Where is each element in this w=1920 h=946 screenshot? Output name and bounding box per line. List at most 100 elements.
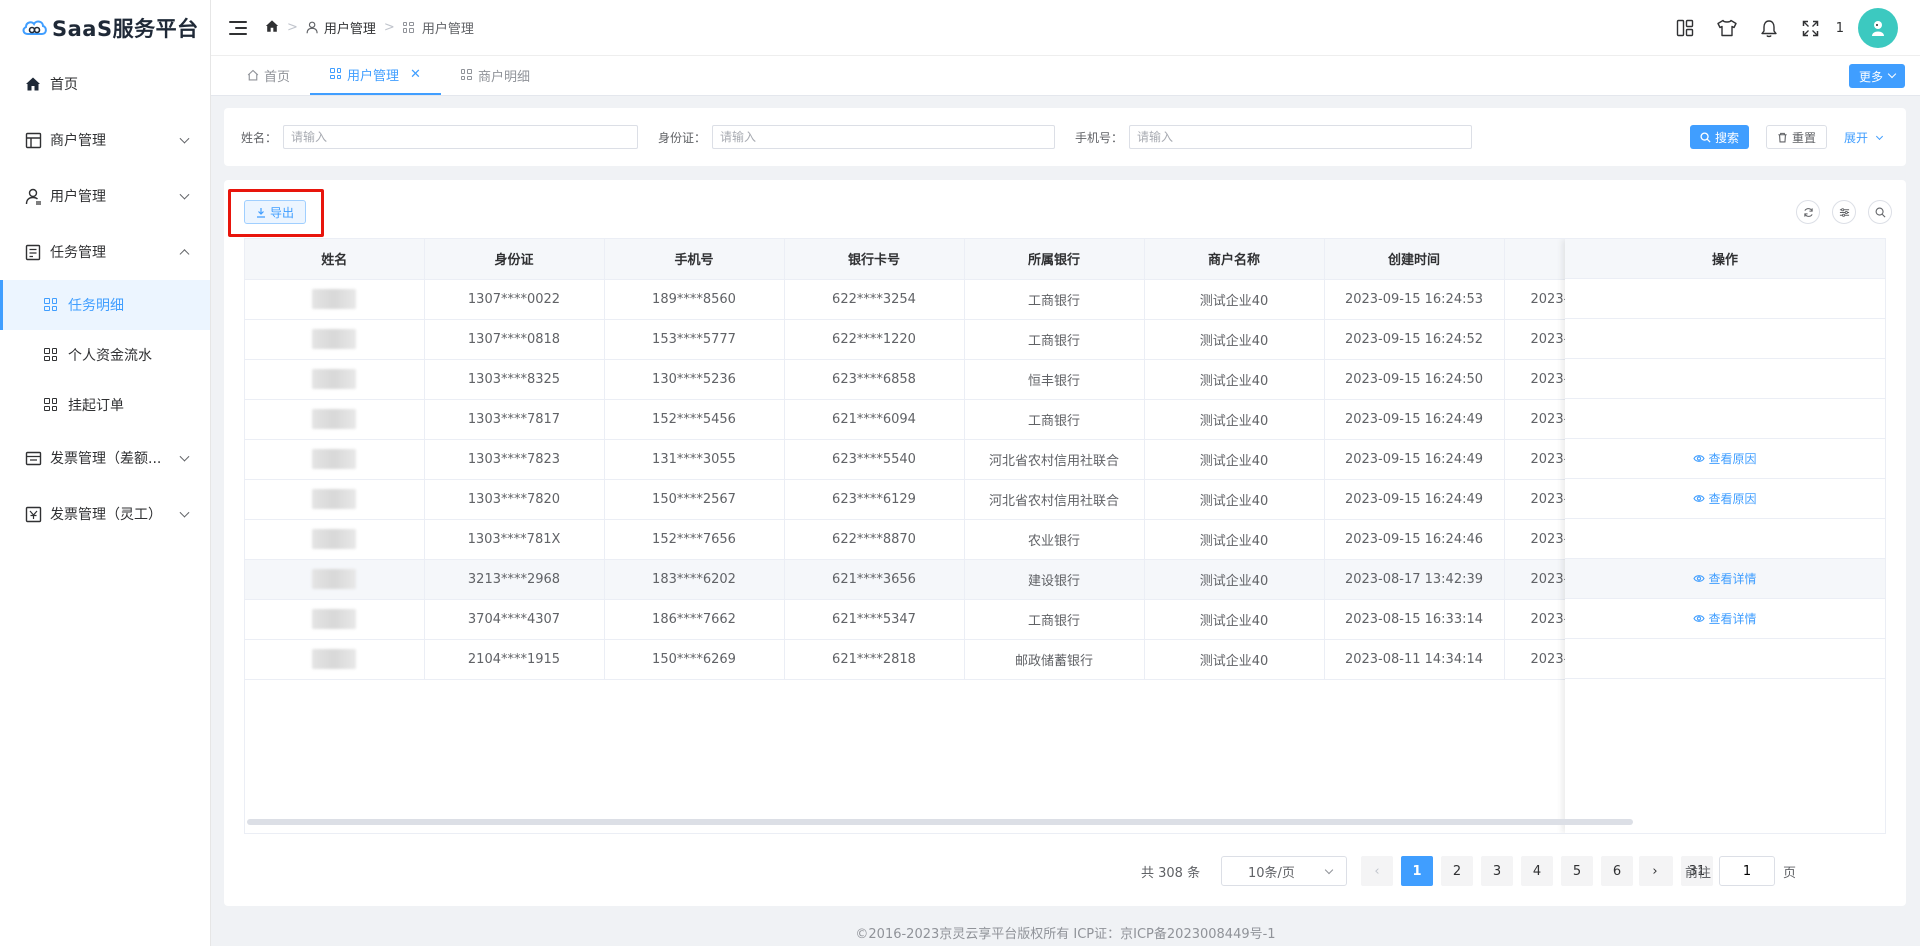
name-cell-redacted: [245, 319, 425, 360]
table-row[interactable]: 3213****2968 183****6202 621****3656 建设银行 测试…: [245, 559, 1685, 600]
sidebar-item-invoice-diff[interactable]: 发票管理（差额...: [0, 430, 210, 486]
sidebar-item-invoice-flex[interactable]: 发票管理（灵工）: [0, 486, 210, 542]
sidebar-item-task[interactable]: 任务管理: [0, 224, 210, 280]
pagination: 共 308 条 10条/页 ‹ 123456•••31 › 前往 页: [1141, 856, 1886, 886]
column-header[interactable]: 姓名: [245, 239, 425, 280]
table-row[interactable]: 1303****7820 150****2567 623****6129 河北省农村信…: [245, 479, 1685, 520]
refresh-icon[interactable]: [1796, 200, 1820, 224]
search-toggle-icon[interactable]: [1868, 200, 1892, 224]
created-time-cell: 2023-09-15 16:24:52: [1324, 319, 1505, 360]
table-row[interactable]: 2104****1915 150****6269 621****2818 邮政储蓄银行…: [245, 639, 1685, 680]
table-row[interactable]: 1303****7823 131****3055 623****5540 河北省农村信…: [245, 439, 1685, 480]
table-row[interactable]: 1303****781X 152****7656 622****8870 农业银行 测试…: [245, 519, 1685, 560]
menu-toggle-icon[interactable]: [229, 20, 247, 35]
view-link[interactable]: 查看原因: [1693, 490, 1757, 507]
reset-button[interactable]: 重置: [1766, 125, 1828, 149]
merchant-cell: 测试企业40: [1144, 599, 1325, 640]
redacted-name: [312, 649, 357, 669]
id-cell: 1303****8325: [424, 359, 605, 400]
layout-icon[interactable]: [1664, 0, 1706, 56]
breadcrumb-item[interactable]: 用户管理: [306, 18, 376, 37]
table-grid: 姓名 身份证 手机号 银行卡号 所属银行 商户名称 创建时间 1307****0…: [245, 239, 1685, 680]
next-page-button[interactable]: ›: [1639, 856, 1671, 886]
id-label: 身份证：: [658, 130, 707, 145]
view-link[interactable]: 查看详情: [1693, 610, 1757, 627]
column-header[interactable]: 所属银行: [964, 239, 1145, 280]
operation-cell: 查看原因: [1565, 439, 1885, 479]
table-row[interactable]: 3704****4307 186****7662 621****5347 工商银行 测试…: [245, 599, 1685, 640]
sidebar-subitem-fund-flow[interactable]: 个人资金流水: [0, 330, 210, 380]
sidebar-subitem-task-detail[interactable]: 任务明细: [0, 280, 210, 330]
column-header[interactable]: 银行卡号: [784, 239, 965, 280]
eye-icon: [1693, 575, 1706, 582]
column-header[interactable]: 身份证: [424, 239, 605, 280]
goto-page: 前往 页: [1685, 856, 1796, 886]
created-time-cell: 2023-09-15 16:24:53: [1324, 279, 1505, 320]
horizontal-scrollbar[interactable]: [247, 819, 1633, 825]
prev-page-button[interactable]: ‹: [1361, 856, 1393, 886]
name-input[interactable]: [283, 125, 639, 149]
tab-home[interactable]: 首页: [227, 55, 310, 95]
invoice-flex-icon: [24, 505, 42, 523]
id-cell: 1303****7823: [424, 439, 605, 480]
bank-cell: 建设银行: [964, 559, 1145, 600]
notification-count: 1: [1835, 20, 1844, 36]
column-header[interactable]: 商户名称: [1144, 239, 1325, 280]
page-button[interactable]: 6: [1601, 856, 1633, 886]
created-time-cell: 2023-08-11 14:34:14: [1324, 639, 1505, 680]
table-row[interactable]: 1307****0818 153****5777 622****1220 工商银行 测试…: [245, 319, 1685, 360]
view-link[interactable]: 查看详情: [1693, 570, 1757, 587]
fullscreen-icon[interactable]: [1790, 0, 1832, 56]
tab-merchant-detail[interactable]: 商户明细: [441, 55, 550, 95]
bank-cell: 河北省农村信用社联合: [964, 479, 1145, 520]
goto-page-input[interactable]: [1719, 856, 1776, 886]
avatar[interactable]: [1858, 8, 1898, 48]
operation-cell: 查看详情: [1565, 559, 1885, 599]
table-row[interactable]: 1303****7817 152****5456 621****6094 工商银行 测试…: [245, 399, 1685, 440]
view-link-label: 查看详情: [1708, 612, 1757, 626]
view-link[interactable]: 查看原因: [1693, 450, 1757, 467]
table-toolbar: [1796, 200, 1892, 224]
page-button[interactable]: 3: [1481, 856, 1513, 886]
name-cell-redacted: [245, 279, 425, 320]
theme-shirt-icon[interactable]: [1706, 0, 1748, 56]
created-time-cell: 2023-09-15 16:24:49: [1324, 479, 1505, 520]
task-icon: [24, 243, 42, 261]
column-settings-icon[interactable]: [1832, 200, 1856, 224]
column-header[interactable]: 创建时间: [1324, 239, 1505, 280]
user-icon: [24, 187, 42, 205]
table-row[interactable]: 1307****0022 189****8560 622****3254 工商银行 测试…: [245, 279, 1685, 320]
bank-cell: 工商银行: [964, 279, 1145, 320]
logo[interactable]: SaaS服务平台: [0, 0, 210, 56]
page-button[interactable]: 4: [1521, 856, 1553, 886]
trash-icon: [1778, 132, 1787, 142]
expand-link[interactable]: 展开: [1844, 129, 1883, 146]
bank-cell: 工商银行: [964, 399, 1145, 440]
merchant-cell: 测试企业40: [1144, 439, 1325, 480]
cloud-logo-icon: [22, 20, 47, 35]
eye-icon: [1693, 455, 1706, 462]
home-icon[interactable]: [265, 19, 279, 37]
tab-user-management[interactable]: 用户管理 ✕: [310, 55, 441, 95]
bell-icon[interactable]: [1748, 0, 1790, 56]
export-button[interactable]: 导出: [244, 200, 307, 224]
page-button[interactable]: 2: [1441, 856, 1473, 886]
phone-input[interactable]: [1129, 125, 1473, 149]
sidebar-subitem-pending-orders[interactable]: 挂起订单: [0, 380, 210, 430]
more-button[interactable]: 更多: [1848, 64, 1905, 88]
table-row[interactable]: 1303****8325 130****5236 623****6858 恒丰银行 测试…: [245, 359, 1685, 400]
search-button[interactable]: 搜索: [1690, 125, 1750, 149]
card-cell: 621****3656: [784, 559, 965, 600]
sidebar-item-merchant[interactable]: 商户管理: [0, 112, 210, 168]
sidebar-item-user[interactable]: 用户管理: [0, 168, 210, 224]
id-input[interactable]: [712, 125, 1056, 149]
column-header[interactable]: 手机号: [604, 239, 785, 280]
page-button[interactable]: 5: [1561, 856, 1593, 886]
chevron-down-icon: [179, 133, 190, 144]
page-size-select[interactable]: 10条/页: [1221, 856, 1347, 886]
bank-cell: 农业银行: [964, 519, 1145, 560]
created-time-cell: 2023-09-15 16:24:50: [1324, 359, 1505, 400]
page-button[interactable]: 1: [1401, 856, 1433, 886]
sidebar-item-home[interactable]: 首页: [0, 56, 210, 112]
close-icon[interactable]: ✕: [410, 67, 421, 82]
